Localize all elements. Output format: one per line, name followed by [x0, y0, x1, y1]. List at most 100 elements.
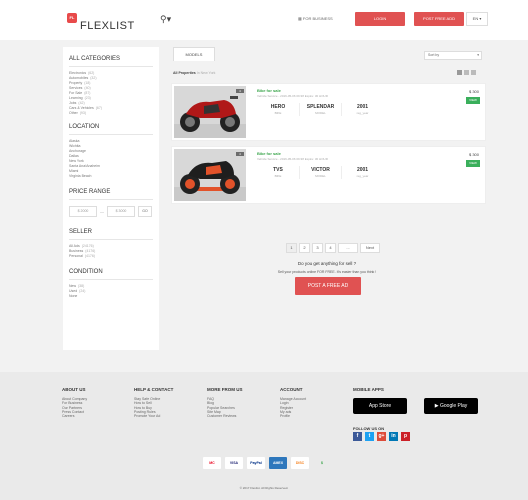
map-pin-icon[interactable]: ⚲▾ — [160, 14, 171, 25]
footer-about-title: ABOUT US — [62, 387, 86, 392]
listing-photo[interactable]: 4 — [174, 149, 246, 201]
page-link[interactable]: 3 — [312, 243, 323, 253]
results-label: All Properties In New York — [173, 71, 216, 75]
for-business-link[interactable]: ▦ FOR BUSINESS — [298, 16, 333, 21]
page-link[interactable]: Next — [360, 243, 380, 253]
footer-help-title: HELP & CONTACT — [134, 387, 174, 392]
grid-view-icon[interactable] — [457, 70, 462, 75]
listing-card[interactable]: 4 Bike for sale Vehicle Service - 2016-0… — [171, 146, 486, 204]
google-play-button[interactable]: ▶ Google Play — [424, 398, 478, 414]
footer: ABOUT US About Company For Business Our Pa… — [0, 372, 528, 500]
social-links: f t g+ in p — [353, 432, 410, 441]
attr-year: 2001 reg_year — [341, 166, 383, 179]
listing-attributes: TVS BIKE VICTOR MODEL 2001 reg_year — [257, 166, 383, 179]
logo-icon[interactable]: FL — [67, 13, 77, 23]
divider — [69, 66, 153, 67]
motorcycle-image — [174, 86, 246, 138]
category-item[interactable]: Other (93) — [69, 111, 153, 116]
sidebar: ALL CATEGORIES Electronics (62) Automobile… — [63, 47, 159, 350]
footer-more-links: FAQ Blog Popular Searches Site Map Customer … — [207, 397, 243, 418]
page-link[interactable]: 2 — [299, 243, 310, 253]
attr-brand: TVS BIKE — [273, 167, 283, 178]
listing-price: $ 300 — [468, 89, 479, 94]
condition-title: CONDITION — [69, 269, 103, 275]
motorcycle-image — [174, 149, 246, 201]
list-view-icon[interactable] — [464, 70, 469, 75]
footer-more-title: MORE FROM US — [207, 387, 243, 392]
listing-title[interactable]: Bike for sale — [257, 88, 281, 93]
linkedin-icon[interactable]: in — [389, 432, 398, 441]
footer-account-title: ACCOUNT — [280, 387, 303, 392]
listing-price: $ 300 — [468, 152, 479, 157]
app-store-button[interactable]: App Store — [353, 398, 407, 414]
visa-icon: VISA — [225, 457, 243, 469]
cta-subtitle: Sell your products online FOR FREE. It's… — [277, 270, 377, 274]
post-a-free-ad-button[interactable]: POST A FREE AD — [295, 277, 361, 295]
mastercard-icon: MC — [203, 457, 221, 469]
photo-count-badge: 4 — [236, 152, 244, 156]
page-link[interactable]: 1 — [286, 243, 297, 253]
price-min-input[interactable]: $ 2000 — [69, 206, 97, 217]
footer-about: ABOUT US About Company For Business Our Pa… — [62, 387, 87, 418]
google-plus-icon[interactable]: g+ — [377, 432, 386, 441]
divider — [69, 279, 153, 280]
price-range-title: PRICE RANGE — [69, 189, 111, 195]
login-button[interactable]: LOGIN — [355, 12, 405, 26]
page-link[interactable]: 4 — [325, 243, 336, 253]
view-button[interactable]: VIEW — [466, 160, 480, 167]
tab-models[interactable]: MODELS — [173, 47, 215, 61]
post-free-ad-button[interactable]: POST FREE ADD — [414, 12, 464, 26]
compact-view-icon[interactable] — [471, 70, 476, 75]
footer-link[interactable]: Careers — [62, 414, 87, 418]
facebook-icon[interactable]: f — [353, 432, 362, 441]
footer-link[interactable]: Customer Reviews — [207, 414, 243, 418]
divider — [69, 134, 153, 135]
category-list: Electronics (62) Automobiles (32) Property (1… — [69, 71, 153, 116]
header: FL FLEXLIST ⚲▾ ▦ FOR BUSINESS LOGIN POST… — [0, 0, 528, 40]
paypal-icon: PayPal — [247, 457, 265, 469]
copyright: © 2017 Flexlist. All Rights Reserved. — [239, 486, 289, 490]
footer-more: MORE FROM US FAQ Blog Popular Searches Site… — [207, 387, 243, 418]
go-button[interactable]: GO — [138, 206, 152, 217]
pagination: 1 2 3 4... Next — [286, 243, 380, 253]
categories-title: ALL CATEGORIES — [69, 56, 121, 62]
pinterest-icon[interactable]: p — [401, 432, 410, 441]
price-dash: — — [100, 209, 104, 214]
photo-count-badge: 4 — [236, 89, 244, 93]
divider — [69, 239, 153, 240]
view-button[interactable]: VIEW — [466, 97, 480, 104]
sort-select[interactable]: Sort by ▾ — [424, 51, 482, 60]
payment-methods: MC VISA PayPal AMEX DISC $ — [203, 457, 331, 469]
divider — [69, 199, 153, 200]
seller-item[interactable]: Personal (4176) — [69, 254, 153, 259]
listing-attributes: HERO BIKE SPLENDAR MODEL 2001 reg_year — [257, 103, 383, 116]
attr-model: SPLENDAR MODEL — [299, 103, 341, 116]
attr-year: 2001 reg_year — [341, 103, 383, 116]
location-list: Alaska Wichita Anchorage Dallas New York Sant… — [69, 139, 153, 179]
cta-title: Do you get anything for sell ? — [297, 261, 357, 266]
logo-text[interactable]: FLEXLIST — [80, 20, 135, 32]
chevron-down-icon: ▾ — [477, 53, 479, 57]
footer-help: HELP & CONTACT Stay Safe Online How to Se… — [134, 387, 173, 418]
listing-title[interactable]: Bike for sale — [257, 151, 281, 156]
listing-card[interactable]: 4 Bike for sale Vehicle Service - 2016-0… — [171, 83, 486, 141]
footer-mobile: MOBILE APPS — [353, 387, 384, 397]
location-title: LOCATION — [69, 124, 100, 130]
footer-account-links: Manage Account Login Register My ads Profile — [280, 397, 306, 418]
condition-list: New (38) Used (24) None — [69, 284, 153, 299]
listing-photo[interactable]: 4 — [174, 86, 246, 138]
footer-mobile-title: MOBILE APPS — [353, 387, 384, 392]
language-select[interactable]: EN ▾ — [466, 12, 488, 26]
condition-item[interactable]: None — [69, 294, 153, 299]
seller-list: All Ads (24176) Business (4176) Personal (417… — [69, 244, 153, 259]
footer-link[interactable]: Profile — [280, 414, 306, 418]
price-max-input[interactable]: $ 3000 — [107, 206, 135, 217]
money-icon: $ — [321, 461, 323, 465]
page-link[interactable]: ... — [338, 243, 358, 253]
location-item[interactable]: Virginia Beach — [69, 174, 153, 179]
seller-title: SELLER — [69, 229, 93, 235]
twitter-icon[interactable]: t — [365, 432, 374, 441]
footer-link[interactable]: Promote Your Ad — [134, 414, 173, 418]
footer-help-links: Stay Safe Online How to Sell How to Buy Pos… — [134, 397, 173, 418]
listing-meta: Vehicle Service - 2016-05-06 09:38 Expir… — [257, 94, 328, 98]
